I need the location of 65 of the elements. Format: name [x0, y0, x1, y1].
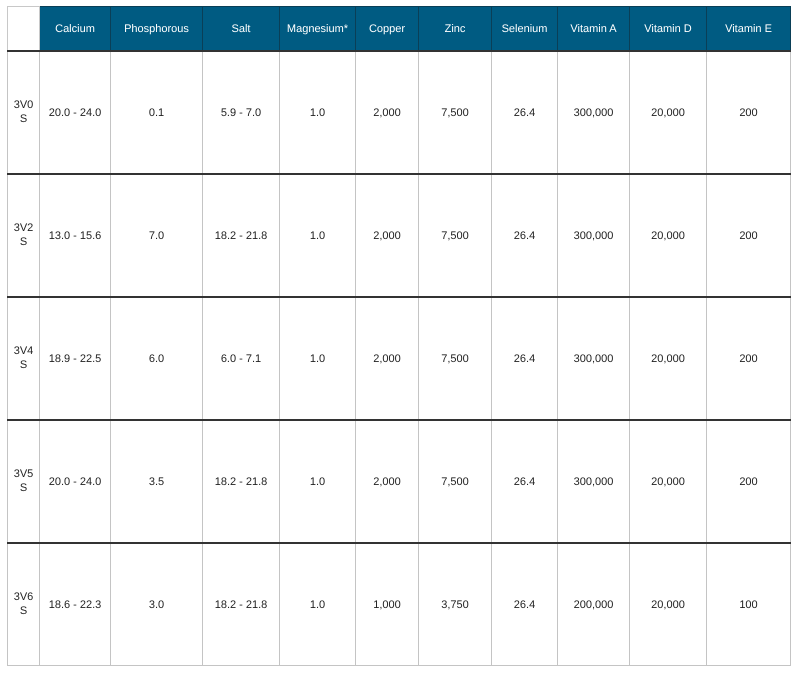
table-cell: 6.0 [110, 297, 202, 420]
table-cell: 26.4 [492, 420, 558, 543]
table-cell: 20,000 [630, 174, 706, 297]
table-cell: 20,000 [630, 51, 706, 174]
table-cell: 1,000 [356, 543, 418, 666]
table-cell: 26.4 [492, 174, 558, 297]
table-cell: 20.0 - 24.0 [40, 420, 110, 543]
row-header: 3V0 S [8, 51, 40, 174]
table-cell: 0.1 [110, 51, 202, 174]
row-header: 3V2 S [8, 174, 40, 297]
table-cell: 1.0 [280, 174, 356, 297]
table-cell: 18.2 - 21.8 [202, 420, 280, 543]
table-cell: 26.4 [492, 543, 558, 666]
table-cell: 300,000 [558, 297, 630, 420]
table-cell: 1.0 [280, 420, 356, 543]
table-cell: 300,000 [558, 51, 630, 174]
table-cell: 20.0 - 24.0 [40, 51, 110, 174]
column-header: Magnesium* [280, 6, 356, 51]
table-cell: 1.0 [280, 297, 356, 420]
row-header: 3V6 S [8, 543, 40, 666]
table-cell: 200 [706, 297, 790, 420]
table-cell: 200 [706, 174, 790, 297]
table-cell: 7,500 [418, 51, 492, 174]
column-header: Calcium [40, 6, 110, 51]
table-cell: 300,000 [558, 174, 630, 297]
table-cell: 2,000 [356, 51, 418, 174]
table-cell: 26.4 [492, 51, 558, 174]
table-cell: 3.5 [110, 420, 202, 543]
column-header: Vitamin A [558, 6, 630, 51]
table-cell: 20,000 [630, 420, 706, 543]
table-cell: 5.9 - 7.0 [202, 51, 280, 174]
column-header: Copper [356, 6, 418, 51]
table-cell: 2,000 [356, 297, 418, 420]
table-cell: 7,500 [418, 420, 492, 543]
table-cell: 200 [706, 51, 790, 174]
column-header: Phosphorous [110, 6, 202, 51]
table-cell: 18.2 - 21.8 [202, 543, 280, 666]
table-cell: 18.2 - 21.8 [202, 174, 280, 297]
column-header: Salt [202, 6, 280, 51]
table-cell: 18.6 - 22.3 [40, 543, 110, 666]
column-header: Selenium [492, 6, 558, 51]
table-cell: 2,000 [356, 174, 418, 297]
table-cell: 300,000 [558, 420, 630, 543]
column-header: Zinc [418, 6, 492, 51]
table-cell: 3,750 [418, 543, 492, 666]
table-cell: 7.0 [110, 174, 202, 297]
table-cell: 200,000 [558, 543, 630, 666]
table-cell: 3.0 [110, 543, 202, 666]
table-cell: 20,000 [630, 297, 706, 420]
table-cell: 26.4 [492, 297, 558, 420]
row-header: 3V4 S [8, 297, 40, 420]
column-header: Vitamin D [630, 6, 706, 51]
table-cell: 1.0 [280, 543, 356, 666]
table-cell: 100 [706, 543, 790, 666]
table-cell: 20,000 [630, 543, 706, 666]
table-cell: 6.0 - 7.1 [202, 297, 280, 420]
row-header: 3V5 S [8, 420, 40, 543]
table-cell: 1.0 [280, 51, 356, 174]
table-cell: 2,000 [356, 420, 418, 543]
table-cell: 7,500 [418, 297, 492, 420]
column-header: Vitamin E [706, 6, 790, 51]
table-cell: 13.0 - 15.6 [40, 174, 110, 297]
table-cell: 18.9 - 22.5 [40, 297, 110, 420]
table-cell: 7,500 [418, 174, 492, 297]
table-cell: 200 [706, 420, 790, 543]
